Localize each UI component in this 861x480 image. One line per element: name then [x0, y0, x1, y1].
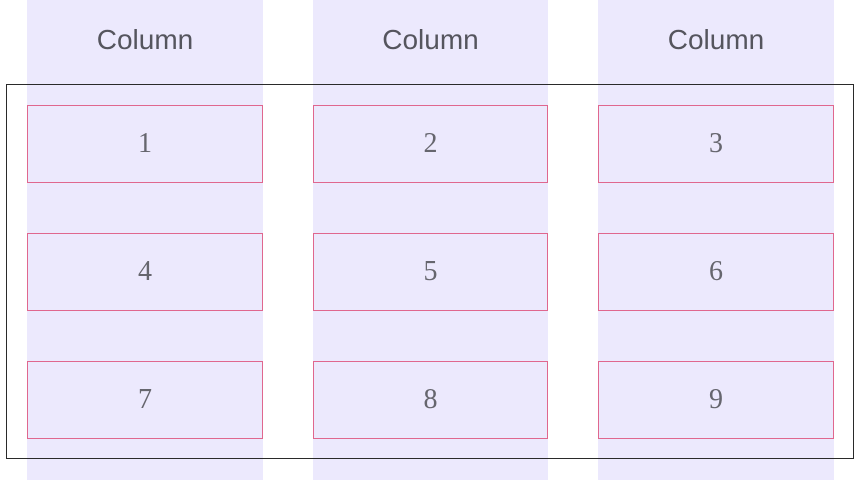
column-label-1: Column [96, 24, 194, 55]
grid-item-1: 1 [27, 105, 263, 183]
grid-item-6: 6 [598, 233, 834, 311]
column-label-3: Column [667, 24, 765, 55]
grid-item-3: 3 [598, 105, 834, 183]
grid-item-4: 4 [27, 233, 263, 311]
grid-item-9: 9 [598, 361, 834, 439]
grid-item-8: 8 [313, 361, 548, 439]
grid-item-2: 2 [313, 105, 548, 183]
grid-item-5: 5 [313, 233, 548, 311]
grid-item-7: 7 [27, 361, 263, 439]
column-label-2: Column [382, 24, 479, 55]
